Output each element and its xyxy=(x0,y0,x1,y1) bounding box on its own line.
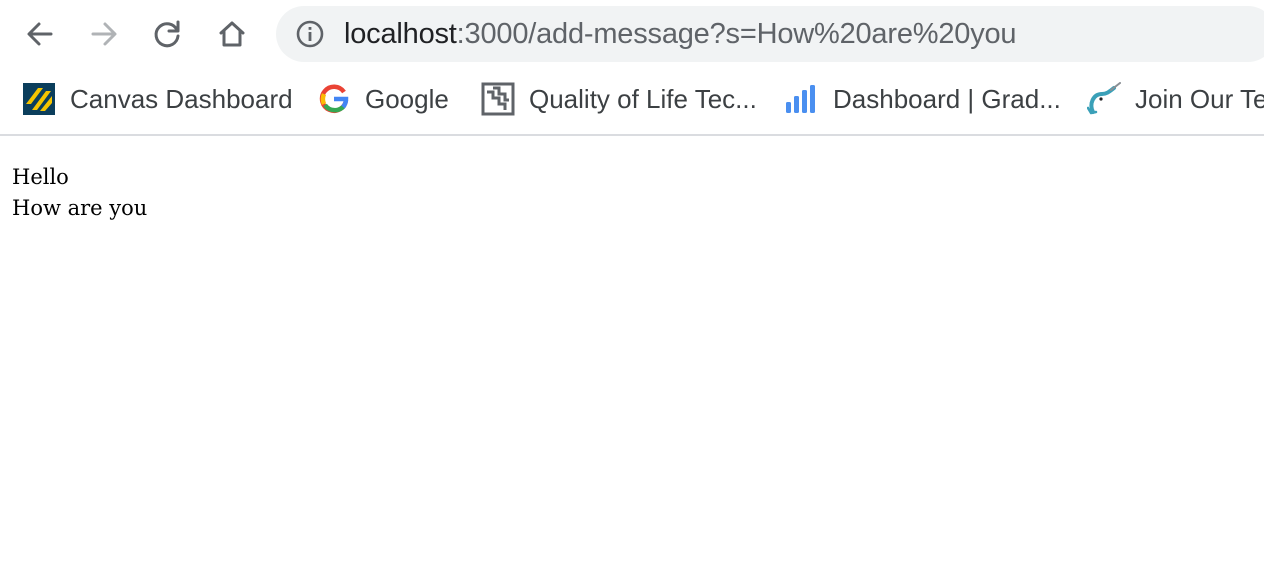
reload-button[interactable] xyxy=(148,14,188,54)
bookmark-label: Join Our Te xyxy=(1135,83,1264,114)
bookmark-quality-of-life[interactable]: Quality of Life Tec... xyxy=(481,82,757,116)
url-path: :3000/add-message?s=How%20are%20you xyxy=(456,18,1017,50)
url-host: localhost xyxy=(344,18,457,50)
bookmark-label: Google xyxy=(365,83,449,114)
reload-icon xyxy=(154,20,180,48)
bookmark-label: Dashboard | Grad... xyxy=(833,83,1061,114)
narwhal-icon xyxy=(1087,82,1121,116)
forward-button[interactable] xyxy=(84,14,124,54)
home-button[interactable] xyxy=(212,14,252,54)
bookmark-label: Quality of Life Tec... xyxy=(529,83,757,114)
bar-chart-icon xyxy=(785,82,819,116)
arrow-left-icon xyxy=(27,22,53,46)
message-line: How are you xyxy=(12,196,148,220)
canvas-icon xyxy=(22,82,56,116)
arrow-right-icon xyxy=(91,22,117,46)
bookmark-join-our-team[interactable]: Join Our Te xyxy=(1087,82,1264,116)
quality-of-life-icon xyxy=(481,82,515,116)
bookmarks-bar: Canvas Dashboard Google Quality of Life … xyxy=(0,68,1264,136)
home-icon xyxy=(219,21,245,47)
bookmark-google[interactable]: Google xyxy=(317,82,449,116)
bookmark-canvas-dashboard[interactable]: Canvas Dashboard xyxy=(22,82,293,116)
url-text[interactable]: localhost:3000/add-message?s=How%20are%2… xyxy=(344,18,1017,50)
bookmark-dashboard-grad[interactable]: Dashboard | Grad... xyxy=(785,82,1061,116)
info-icon[interactable] xyxy=(296,20,324,48)
address-bar[interactable]: localhost:3000/add-message?s=How%20are%2… xyxy=(276,6,1264,62)
message-line: Hello xyxy=(12,165,69,189)
back-button[interactable] xyxy=(20,14,60,54)
google-icon xyxy=(317,82,351,116)
browser-toolbar: localhost:3000/add-message?s=How%20are%2… xyxy=(0,0,1264,68)
page-content: Hello How are you xyxy=(12,162,147,224)
bookmark-label: Canvas Dashboard xyxy=(70,83,293,114)
